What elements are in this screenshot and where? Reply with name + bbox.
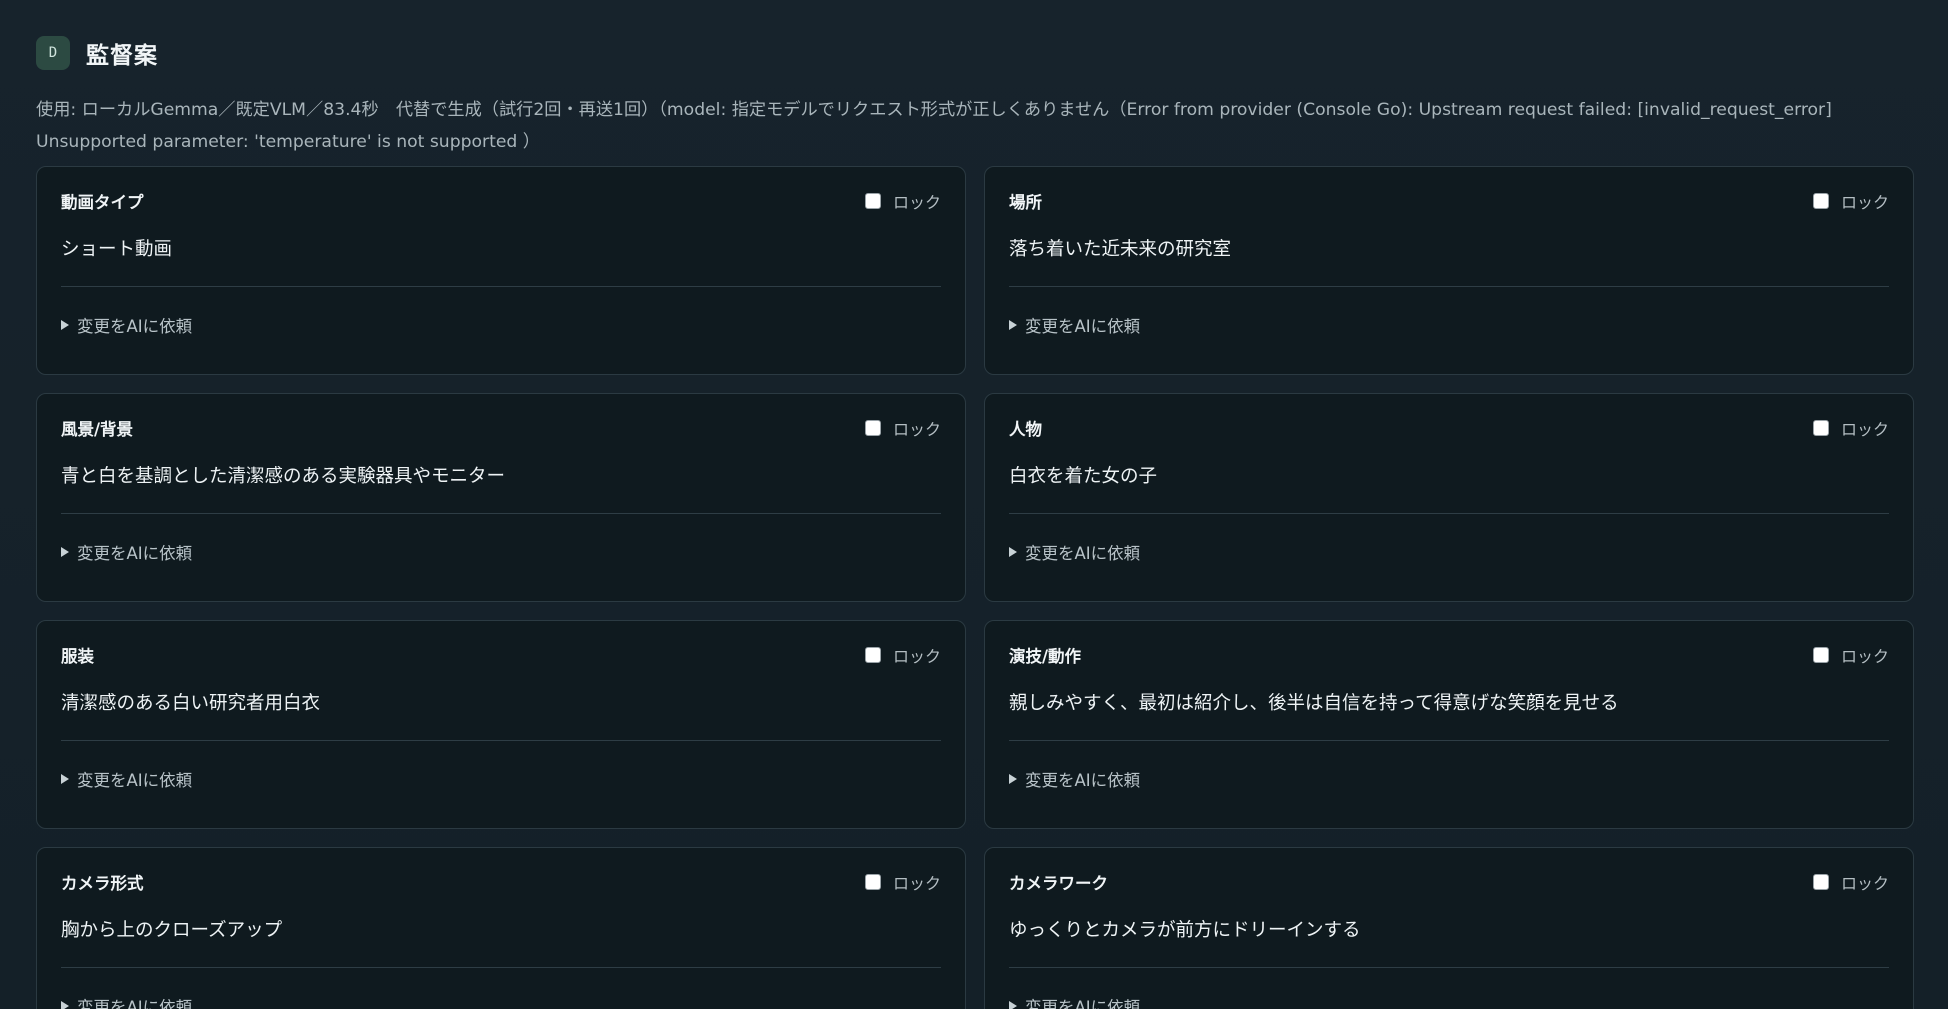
lock-checkbox[interactable] xyxy=(864,193,881,209)
ai-request-toggle[interactable]: 変更をAIに依頼 xyxy=(61,540,192,564)
lock-label: ロック xyxy=(892,647,941,666)
ai-request-label: 変更をAIに依頼 xyxy=(1025,771,1141,790)
card-divider xyxy=(61,740,941,741)
disclosure-triangle-icon xyxy=(1009,320,1017,330)
lock-label: ロック xyxy=(1840,874,1889,893)
ai-request-toggle[interactable]: 変更をAIに依頼 xyxy=(61,767,192,791)
lock-label: ロック xyxy=(892,874,941,893)
field-card: 演技/動作 ロック 親しみやすく、最初は紹介し、後半は自信を持って得意げな笑顔を… xyxy=(984,620,1914,829)
field-value: 親しみやすく、最初は紹介し、後半は自信を持って得意げな笑顔を見せる xyxy=(1009,693,1619,714)
disclosure-triangle-icon xyxy=(61,1001,69,1009)
field-label: 風景/背景 xyxy=(61,420,134,439)
field-value: ショート動画 xyxy=(61,239,173,260)
field-card: 人物 ロック 白衣を着た女の子 変更をAIに依頼 xyxy=(984,393,1914,602)
ai-request-toggle[interactable]: 変更をAIに依頼 xyxy=(61,313,192,337)
ai-request-toggle[interactable]: 変更をAIに依頼 xyxy=(1009,540,1140,564)
field-card: 風景/背景 ロック 青と白を基調とした清潔感のある実験器具やモニター 変更をAI… xyxy=(36,393,966,602)
field-card: カメラワーク ロック ゆっくりとカメラが前方にドリーインする 変更をAIに依頼 xyxy=(984,847,1914,1009)
card-divider xyxy=(1009,286,1889,287)
lock-checkbox[interactable] xyxy=(1812,647,1829,663)
ai-request-label: 変更をAIに依頼 xyxy=(1025,544,1141,563)
lock-checkbox[interactable] xyxy=(1812,420,1829,436)
card-divider xyxy=(1009,967,1889,968)
lock-label: ロック xyxy=(1840,193,1889,212)
usage-status-text: 使用: ローカルGemma／既定VLM／83.4秒 代替で生成（試行2回・再送1… xyxy=(36,100,1832,152)
field-card-grid: 動画タイプ ロック ショート動画 変更をAIに依頼 場所 ロック 落ち着いた近未… xyxy=(36,166,1914,1009)
lock-label: ロック xyxy=(1840,420,1889,439)
lock-checkbox[interactable] xyxy=(864,647,881,663)
lock-toggle[interactable]: ロック xyxy=(864,643,941,667)
field-card: カメラ形式 ロック 胸から上のクローズアップ 変更をAIに依頼 xyxy=(36,847,966,1009)
ai-request-label: 変更をAIに依頼 xyxy=(77,771,193,790)
ai-request-label: 変更をAIに依頼 xyxy=(77,998,193,1009)
section-title: 監督案 xyxy=(86,43,158,69)
card-divider xyxy=(61,967,941,968)
field-label: 演技/動作 xyxy=(1009,647,1082,666)
director-plan-page: D 監督案 使用: ローカルGemma／既定VLM／83.4秒 代替で生成（試行… xyxy=(0,0,1948,1009)
field-label: 動画タイプ xyxy=(61,193,144,212)
ai-request-label: 変更をAIに依頼 xyxy=(1025,317,1141,336)
ai-request-label: 変更をAIに依頼 xyxy=(1025,998,1141,1009)
lock-label: ロック xyxy=(892,193,941,212)
disclosure-triangle-icon xyxy=(61,774,69,784)
field-card: 動画タイプ ロック ショート動画 変更をAIに依頼 xyxy=(36,166,966,375)
ai-request-toggle[interactable]: 変更をAIに依頼 xyxy=(61,994,192,1009)
lock-toggle[interactable]: ロック xyxy=(864,189,941,213)
ai-request-toggle[interactable]: 変更をAIに依頼 xyxy=(1009,767,1140,791)
lock-checkbox[interactable] xyxy=(1812,874,1829,890)
ai-request-toggle[interactable]: 変更をAIに依頼 xyxy=(1009,994,1140,1009)
ai-request-label: 変更をAIに依頼 xyxy=(77,317,193,336)
lock-toggle[interactable]: ロック xyxy=(1812,416,1889,440)
lock-toggle[interactable]: ロック xyxy=(1812,643,1889,667)
field-label: 人物 xyxy=(1009,420,1042,439)
card-divider xyxy=(61,286,941,287)
card-divider xyxy=(1009,513,1889,514)
ai-request-toggle[interactable]: 変更をAIに依頼 xyxy=(1009,313,1140,337)
disclosure-triangle-icon xyxy=(1009,1001,1017,1009)
lock-checkbox[interactable] xyxy=(1812,193,1829,209)
field-label: 服装 xyxy=(61,647,94,666)
lock-toggle[interactable]: ロック xyxy=(864,870,941,894)
lock-label: ロック xyxy=(892,420,941,439)
disclosure-triangle-icon xyxy=(61,320,69,330)
card-divider xyxy=(1009,740,1889,741)
field-label: カメラワーク xyxy=(1009,874,1108,893)
lock-checkbox[interactable] xyxy=(864,420,881,436)
ai-request-label: 変更をAIに依頼 xyxy=(77,544,193,563)
field-card: 服装 ロック 清潔感のある白い研究者用白衣 変更をAIに依頼 xyxy=(36,620,966,829)
field-value: ゆっくりとカメラが前方にドリーインする xyxy=(1009,920,1361,941)
field-label: カメラ形式 xyxy=(61,874,144,893)
section-header: D 監督案 xyxy=(36,36,158,70)
field-value: 胸から上のクローズアップ xyxy=(61,920,283,941)
field-value: 白衣を着た女の子 xyxy=(1009,466,1158,487)
disclosure-triangle-icon xyxy=(1009,547,1017,557)
field-label: 場所 xyxy=(1009,193,1042,212)
field-value: 落ち着いた近未来の研究室 xyxy=(1009,239,1232,260)
lock-toggle[interactable]: ロック xyxy=(1812,189,1889,213)
disclosure-triangle-icon xyxy=(61,547,69,557)
lock-label: ロック xyxy=(1840,647,1889,666)
lock-toggle[interactable]: ロック xyxy=(1812,870,1889,894)
field-value: 清潔感のある白い研究者用白衣 xyxy=(61,693,321,714)
section-badge: D xyxy=(36,36,70,70)
lock-toggle[interactable]: ロック xyxy=(864,416,941,440)
field-card: 場所 ロック 落ち着いた近未来の研究室 変更をAIに依頼 xyxy=(984,166,1914,375)
field-value: 青と白を基調とした清潔感のある実験器具やモニター xyxy=(61,466,506,487)
lock-checkbox[interactable] xyxy=(864,874,881,890)
card-divider xyxy=(61,513,941,514)
disclosure-triangle-icon xyxy=(1009,774,1017,784)
